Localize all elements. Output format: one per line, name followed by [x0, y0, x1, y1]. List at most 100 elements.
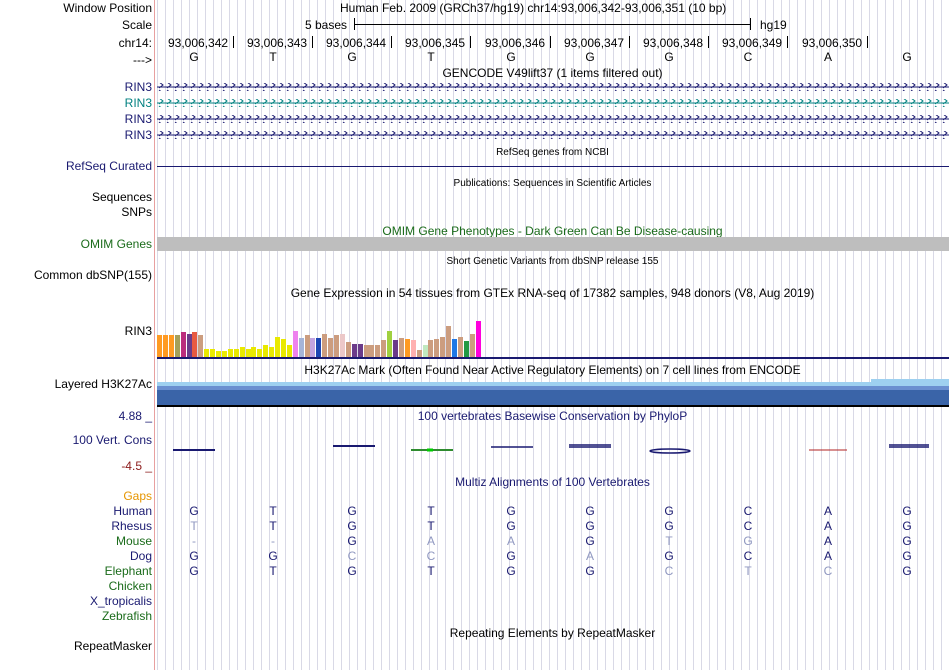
species-label-elephant[interactable]: Elephant: [105, 564, 152, 578]
ruler-tick: [550, 36, 551, 48]
gencode-transcript-4[interactable]: [157, 131, 949, 139]
gencode-rin3-label-1[interactable]: RIN3: [125, 80, 152, 94]
refseq-curated-label[interactable]: RefSeq Curated: [66, 159, 152, 173]
gtex-tissue-bar[interactable]: [186, 334, 192, 357]
gtex-tissue-bar[interactable]: [381, 340, 387, 357]
gtex-tissue-bar[interactable]: [369, 345, 375, 357]
gtex-tissue-bar[interactable]: [339, 334, 345, 357]
gtex-tissue-bar[interactable]: [446, 326, 452, 357]
gtex-tissue-bar[interactable]: [440, 337, 446, 357]
gtex-tissue-bar[interactable]: [428, 340, 434, 357]
species-label-rhesus[interactable]: Rhesus: [111, 519, 152, 533]
phylop-track-label[interactable]: 100 Vert. Cons: [73, 433, 152, 447]
ruler-tick: [787, 36, 788, 48]
multiz-track-title: Multiz Alignments of 100 Vertebrates: [455, 475, 650, 489]
gtex-tissue-bar[interactable]: [292, 331, 298, 357]
species-label-mouse[interactable]: Mouse: [116, 534, 152, 548]
alignment-base: T: [269, 504, 277, 518]
gtex-tissue-bar[interactable]: [475, 321, 481, 357]
gtex-tissue-bar[interactable]: [210, 349, 216, 357]
snps-label[interactable]: SNPs: [121, 205, 152, 219]
dna-base: A: [823, 50, 832, 64]
alignment-base: T: [269, 564, 277, 578]
gtex-tissue-bar[interactable]: [434, 339, 440, 357]
gencode-rin3-label-2[interactable]: RIN3: [125, 96, 152, 110]
alignment-base: A: [426, 534, 435, 548]
gencode-transcript-2[interactable]: [157, 99, 949, 107]
gtex-tissue-bar[interactable]: [304, 335, 310, 357]
gtex-tissue-bar[interactable]: [239, 347, 245, 357]
alignment-base: G: [189, 564, 199, 578]
alignment-base: C: [743, 549, 753, 563]
gtex-tissue-bar[interactable]: [375, 345, 381, 357]
gtex-tissue-bar[interactable]: [157, 335, 162, 357]
common-dbsnp-label[interactable]: Common dbSNP(155): [34, 268, 152, 282]
refseq-gene-line[interactable]: [157, 166, 949, 167]
h3k27ac-signal[interactable]: [157, 379, 949, 407]
gtex-tissue-bar[interactable]: [227, 349, 233, 357]
gtex-tissue-bar[interactable]: [416, 350, 422, 357]
gtex-tissue-bar[interactable]: [316, 338, 322, 357]
h3k27ac-label[interactable]: Layered H3K27Ac: [55, 377, 152, 391]
alignment-base: G: [347, 519, 357, 533]
gtex-tissue-bar[interactable]: [251, 347, 257, 357]
gtex-tissue-bar[interactable]: [452, 339, 457, 357]
alignment-base: A: [823, 534, 832, 548]
gtex-tissue-bar[interactable]: [174, 335, 180, 357]
gtex-tissue-bar[interactable]: [387, 331, 393, 357]
dna-base: G: [347, 50, 357, 64]
gtex-tissue-bar[interactable]: [263, 345, 269, 357]
gtex-tissue-bar[interactable]: [363, 345, 369, 357]
ruler-coordinate: 93,006,344: [326, 36, 387, 50]
gtex-tissue-bar[interactable]: [463, 341, 469, 357]
gtex-tissue-bar[interactable]: [192, 332, 198, 357]
gencode-transcript-3[interactable]: [157, 115, 949, 123]
gtex-tissue-bar[interactable]: [404, 339, 410, 357]
gtex-tissue-bar[interactable]: [469, 334, 475, 357]
gtex-tissue-bar[interactable]: [204, 349, 210, 357]
species-label-x_tropicalis[interactable]: X_tropicalis: [90, 594, 152, 608]
gtex-tissue-bar[interactable]: [398, 338, 404, 357]
alignment-base: T: [269, 519, 277, 533]
species-label-dog[interactable]: Dog: [130, 549, 152, 563]
species-label-human[interactable]: Human: [113, 504, 152, 518]
species-label-zebrafish[interactable]: Zebrafish: [102, 609, 152, 623]
gtex-tissue-bar[interactable]: [245, 349, 251, 357]
alignment-base: T: [427, 504, 435, 518]
phylop-signal[interactable]: [157, 440, 949, 460]
gtex-tissue-bar[interactable]: [286, 345, 292, 357]
gtex-tissue-bar[interactable]: [257, 349, 263, 357]
gencode-rin3-label-4[interactable]: RIN3: [125, 128, 152, 142]
gtex-tissue-bar[interactable]: [393, 340, 398, 357]
ruler-coordinate: 93,006,349: [722, 36, 783, 50]
gtex-tissue-bar[interactable]: [328, 338, 334, 357]
species-label-chicken[interactable]: Chicken: [109, 579, 152, 593]
omim-genes-label[interactable]: OMIM Genes: [81, 237, 152, 251]
gtex-tissue-bar[interactable]: [310, 338, 316, 357]
gtex-tissue-bar[interactable]: [422, 345, 428, 357]
gencode-rin3-label-3[interactable]: RIN3: [125, 112, 152, 126]
gtex-tissue-bar[interactable]: [357, 344, 363, 357]
gtex-tissue-bar[interactable]: [345, 342, 351, 357]
gtex-tissue-bar[interactable]: [275, 337, 280, 357]
gtex-tissue-bar[interactable]: [162, 335, 168, 357]
repeatmasker-label[interactable]: RepeatMasker: [74, 639, 152, 653]
gtex-tissue-bar[interactable]: [322, 334, 328, 357]
gtex-tissue-bar[interactable]: [351, 344, 357, 357]
gtex-tissue-bar[interactable]: [334, 335, 339, 357]
gtex-tissue-bar[interactable]: [457, 337, 463, 357]
gtex-tissue-bar[interactable]: [280, 339, 286, 357]
gtex-tissue-bar[interactable]: [180, 332, 186, 357]
dna-base: G: [902, 50, 912, 64]
omim-gene-bar[interactable]: [157, 237, 949, 251]
gtex-tissue-bar[interactable]: [410, 340, 416, 357]
gtex-tissue-bar[interactable]: [298, 338, 304, 357]
gtex-tissue-bar[interactable]: [269, 347, 275, 357]
gtex-rin3-label[interactable]: RIN3: [125, 324, 152, 338]
gtex-tissue-bar[interactable]: [198, 335, 204, 357]
gencode-transcript-1[interactable]: [157, 83, 949, 91]
gtex-tissue-bar[interactable]: [168, 335, 174, 357]
sequences-label[interactable]: Sequences: [92, 190, 152, 204]
gtex-tissue-bar[interactable]: [233, 349, 239, 357]
gencode-transcripts[interactable]: [157, 81, 949, 141]
